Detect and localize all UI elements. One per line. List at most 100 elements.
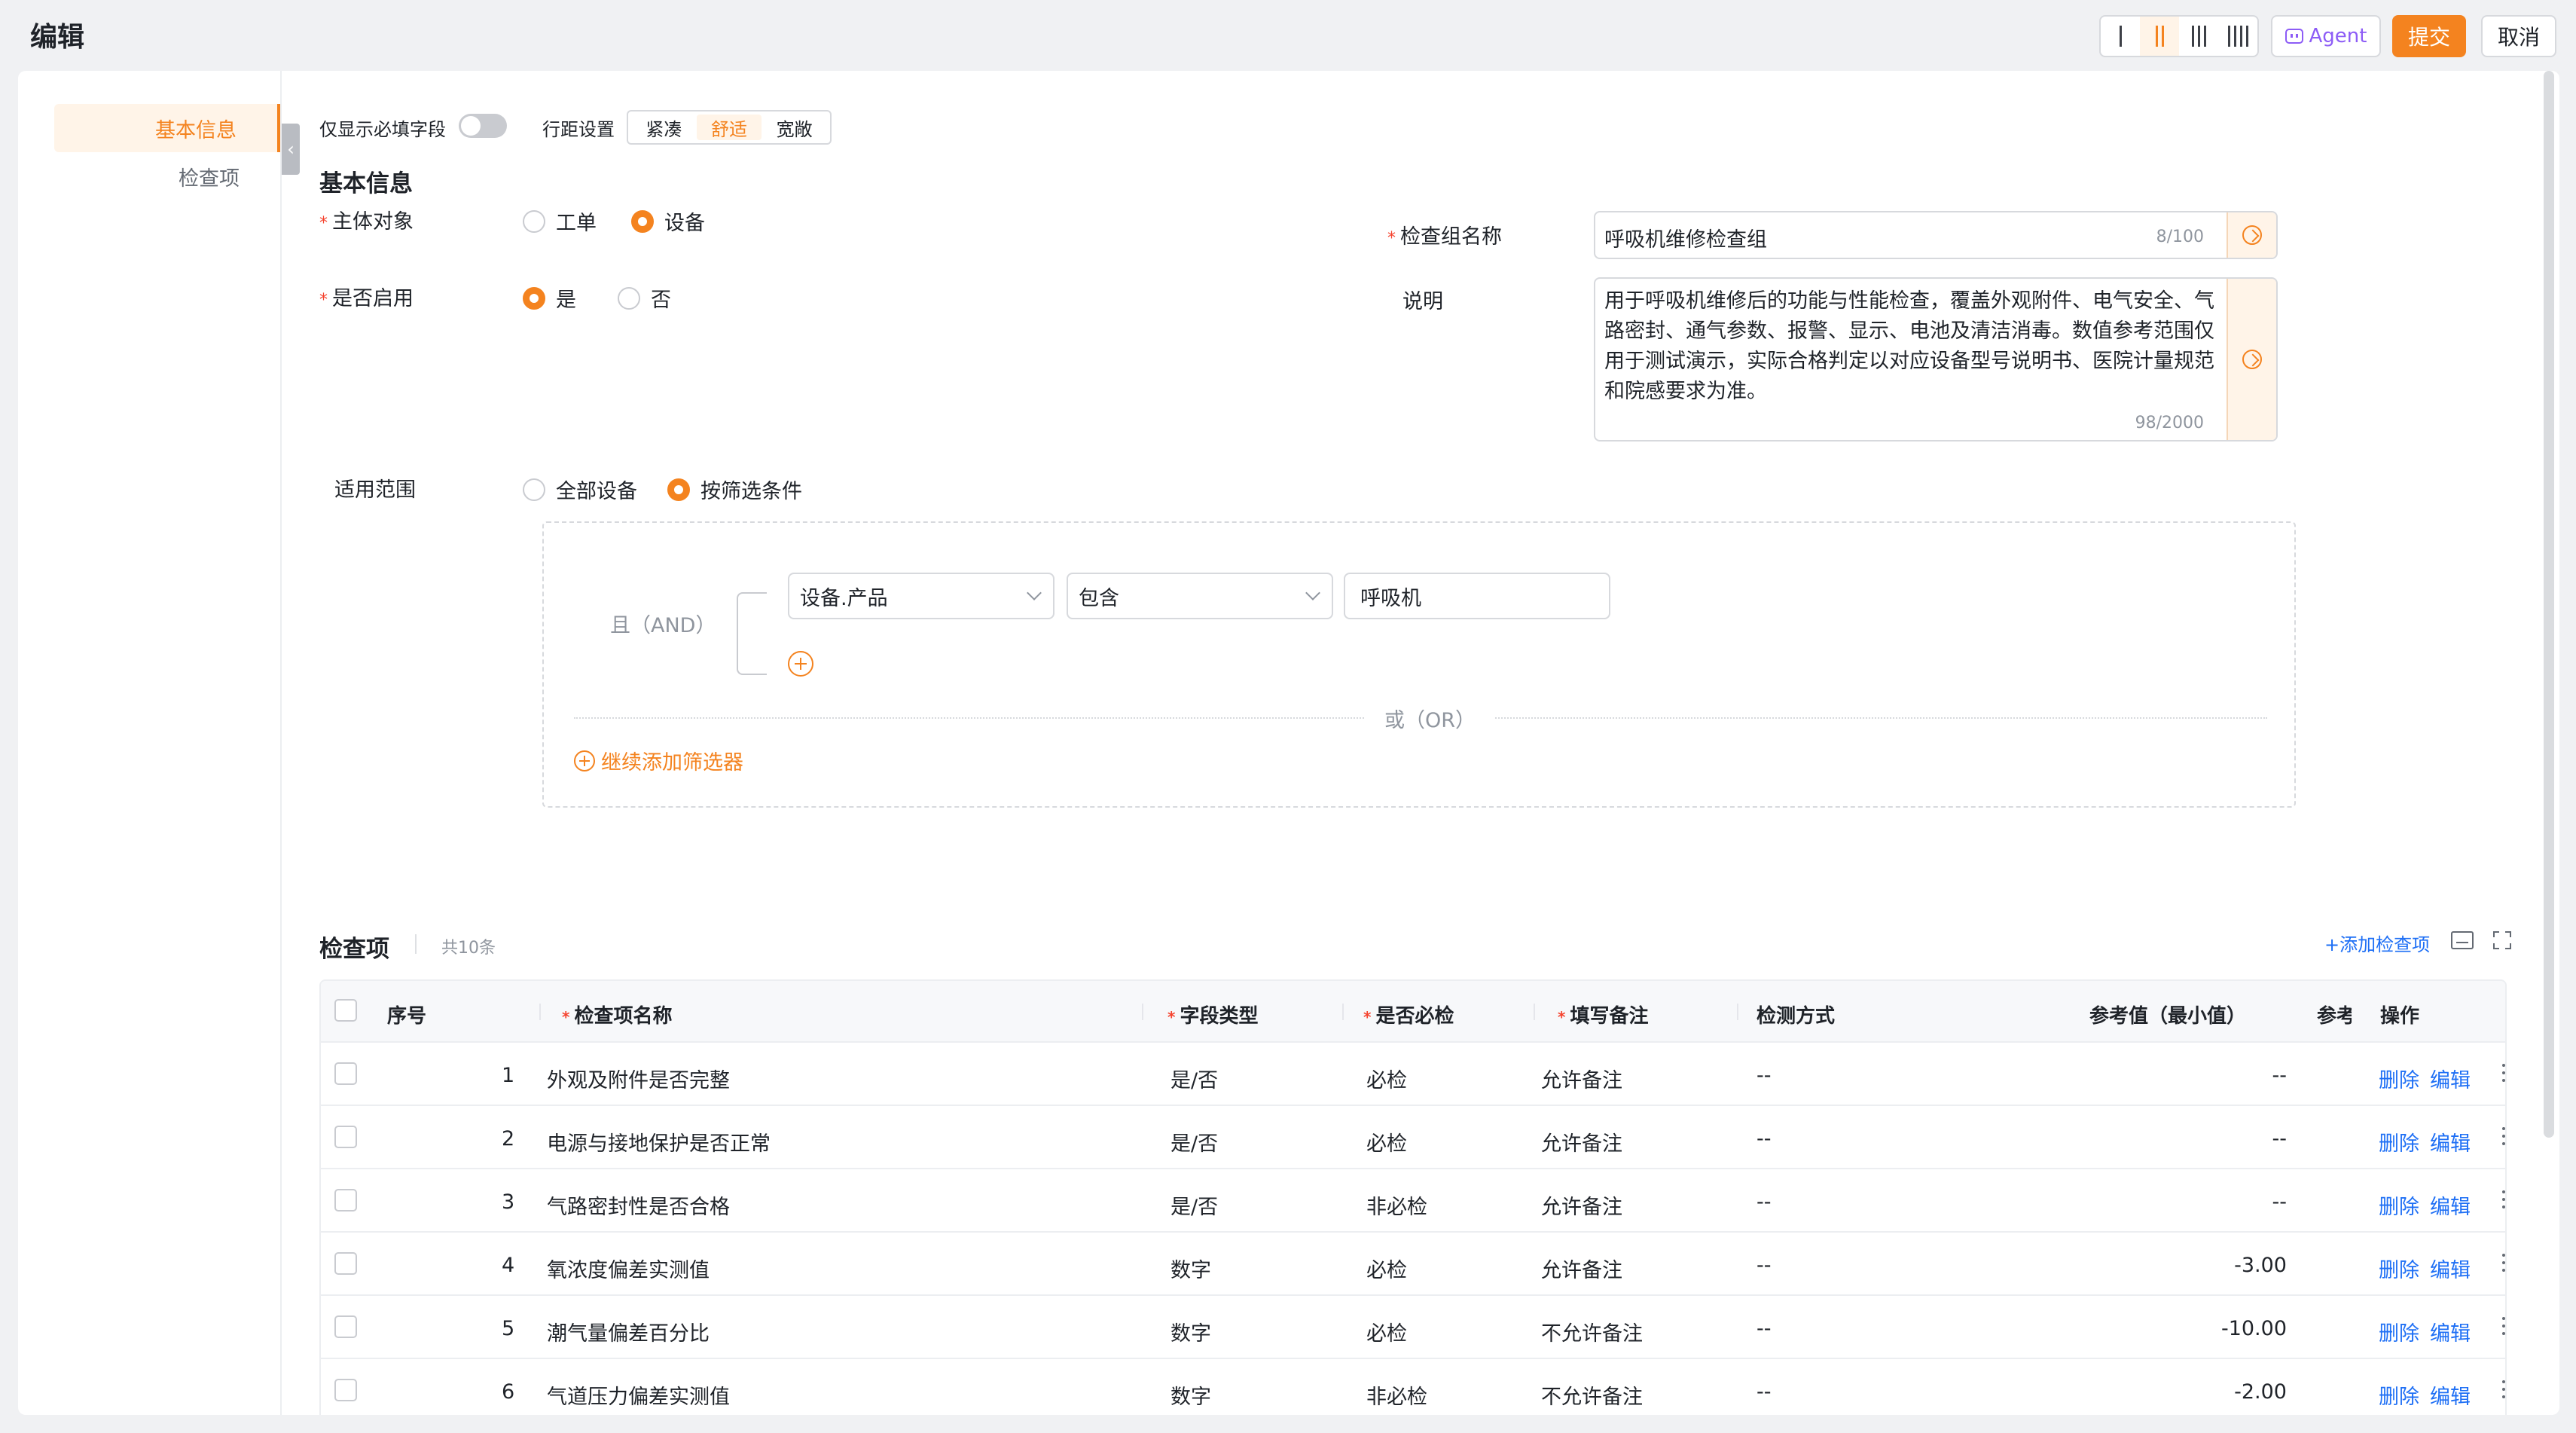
fullscreen-icon[interactable] xyxy=(2493,931,2511,949)
col-header-note: * 填写备注 xyxy=(1558,1005,1649,1028)
ai-fill-description-button[interactable] xyxy=(2227,279,2276,440)
delete-link[interactable]: 删除 xyxy=(2379,1380,2419,1410)
enabled-radio-yes[interactable]: 是 xyxy=(523,283,576,313)
filter-builder: 且（AND） 设备.产品 包含 呼吸机 或（OR） 继续添加筛选器 xyxy=(542,521,2296,808)
col-header-name: * 检查项名称 xyxy=(562,1005,673,1028)
edit-link[interactable]: 编辑 xyxy=(2430,1064,2471,1093)
delete-link[interactable]: 删除 xyxy=(2379,1127,2419,1156)
density-1-button[interactable] xyxy=(2101,17,2140,56)
edit-link[interactable]: 编辑 xyxy=(2430,1127,2471,1156)
filter-operator-select[interactable]: 包含 xyxy=(1067,573,1333,619)
subject-label: * 主体对象 xyxy=(319,210,414,234)
scope-radio-filter[interactable]: 按筛选条件 xyxy=(667,475,802,504)
add-filter-link[interactable]: 继续添加筛选器 xyxy=(574,746,743,775)
row-checkbox[interactable] xyxy=(334,1189,357,1211)
cancel-button[interactable]: 取消 xyxy=(2481,15,2556,57)
delete-link[interactable]: 删除 xyxy=(2379,1254,2419,1283)
group-name-value: 呼吸机维修检查组 xyxy=(1604,228,1767,252)
edit-link[interactable]: 编辑 xyxy=(2430,1190,2471,1220)
edit-link[interactable]: 编辑 xyxy=(2430,1254,2471,1283)
col-header-method: 检测方式 xyxy=(1757,1005,1836,1028)
check-items-table: 序号 * 检查项名称 * 字段类型 * 是否必检 * 填写备注 检测方式 参考值（最小值… xyxy=(319,979,2507,1415)
row-checkbox[interactable] xyxy=(334,1252,357,1275)
density-3-button[interactable] xyxy=(2179,17,2218,56)
spacing-comfortable-option[interactable]: 舒适 xyxy=(696,115,762,140)
chevron-down-icon xyxy=(1027,585,1042,600)
edit-link[interactable]: 编辑 xyxy=(2430,1317,2471,1346)
add-condition-plus-icon[interactable] xyxy=(788,651,813,677)
agent-button-label: Agent xyxy=(2309,25,2367,47)
enabled-label: * 是否启用 xyxy=(319,287,414,310)
submit-button[interactable]: 提交 xyxy=(2392,15,2466,57)
table-header: 序号 * 检查项名称 * 字段类型 * 是否必检 * 填写备注 检测方式 参考值（最小值… xyxy=(321,981,2505,1043)
delete-link[interactable]: 删除 xyxy=(2379,1064,2419,1093)
drag-handle-icon[interactable] xyxy=(2502,1190,2505,1210)
drag-handle-icon[interactable] xyxy=(2502,1127,2505,1147)
drag-handle-icon[interactable] xyxy=(2502,1254,2505,1273)
and-label: 且（AND） xyxy=(610,614,716,637)
page-title: 编辑 xyxy=(30,22,85,53)
table-row: 5 潮气量偏差百分比 数字 必检 不允许备注 -- -10.00 删除 编辑 xyxy=(321,1296,2505,1359)
nav-item-basic-info[interactable]: 基本信息 xyxy=(54,104,280,152)
check-items-title: 检查项 xyxy=(319,936,389,963)
edit-card: 基本信息 检查项 ‹ 仅显示必填字段 行距设置 紧凑 舒适 宽敞 基本信息 * 主… xyxy=(18,71,2559,1415)
robot-icon xyxy=(2285,29,2303,44)
collapse-nav-button[interactable]: ‹ xyxy=(282,124,300,175)
table-row: 6 气道压力偏差实测值 数字 非必检 不允许备注 -- -2.00 删除 编辑 xyxy=(321,1359,2505,1415)
row-spacing-segment: 紧凑 舒适 宽敞 xyxy=(627,110,832,145)
basic-info-title: 基本信息 xyxy=(319,170,413,197)
col-header-type: * 字段类型 xyxy=(1167,1005,1259,1028)
scope-radio-all[interactable]: 全部设备 xyxy=(523,475,637,504)
spacing-loose-option[interactable]: 宽敞 xyxy=(762,115,827,140)
description-count: 98/2000 xyxy=(2135,414,2204,432)
description-label: 说明 xyxy=(1402,290,1443,313)
and-bracket xyxy=(737,592,767,675)
agent-button[interactable]: Agent xyxy=(2271,15,2381,57)
density-4-button[interactable] xyxy=(2218,17,2257,56)
select-all-checkbox[interactable] xyxy=(334,999,357,1022)
group-name-input[interactable]: 呼吸机维修检查组 8/100 xyxy=(1594,211,2278,259)
row-checkbox[interactable] xyxy=(334,1126,357,1148)
row-checkbox[interactable] xyxy=(334,1315,357,1338)
delete-link[interactable]: 删除 xyxy=(2379,1190,2419,1220)
required-only-toggle[interactable] xyxy=(459,114,507,138)
chevron-left-icon: ‹ xyxy=(287,139,295,160)
enabled-radio-no[interactable]: 否 xyxy=(618,283,671,313)
table-row: 3 气路密封性是否合格 是/否 非必检 允许备注 -- -- 删除 编辑 xyxy=(321,1169,2505,1233)
ai-fill-button[interactable] xyxy=(2227,212,2276,258)
filter-field-select[interactable]: 设备.产品 xyxy=(788,573,1055,619)
row-checkbox[interactable] xyxy=(334,1379,357,1401)
drag-handle-icon[interactable] xyxy=(2502,1380,2505,1400)
section-nav: 基本信息 检查项 xyxy=(18,71,282,1415)
subject-radio-workorder[interactable]: 工单 xyxy=(523,206,597,236)
drag-handle-icon[interactable] xyxy=(2502,1064,2505,1083)
description-textarea[interactable]: 用于呼吸机维修后的功能与性能检查，覆盖外观附件、电气安全、气路密封、通气参数、报… xyxy=(1594,277,2278,442)
col-header-actions: 操作 xyxy=(2380,1005,2420,1028)
drag-handle-icon[interactable] xyxy=(2502,1317,2505,1337)
col-header-min: 参考值（最小值） xyxy=(2089,1005,2247,1028)
page-scrollbar[interactable] xyxy=(2544,71,2554,1138)
col-header-no: 序号 xyxy=(387,1005,427,1028)
spacing-compact-option[interactable]: 紧凑 xyxy=(631,115,697,140)
plus-circle-icon xyxy=(574,750,595,771)
row-checkbox[interactable] xyxy=(334,1062,357,1085)
col-header-ref: 参考值 xyxy=(2317,1005,2352,1028)
table-row: 4 氧浓度偏差实测值 数字 必检 允许备注 -- -3.00 删除 编辑 xyxy=(321,1233,2505,1296)
required-only-label: 仅显示必填字段 xyxy=(319,119,446,140)
add-check-item-link[interactable]: +添加检查项 xyxy=(2324,930,2430,956)
nav-item-check-items[interactable]: 检查项 xyxy=(54,152,280,200)
edit-link[interactable]: 编辑 xyxy=(2430,1380,2471,1410)
ai-sparkle-icon xyxy=(2242,350,2262,369)
subject-radio-device[interactable]: 设备 xyxy=(631,206,705,236)
check-items-count: 共10条 xyxy=(441,939,496,958)
table-row: 1 外观及附件是否完整 是/否 必检 允许备注 -- -- 删除 编辑 xyxy=(321,1043,2505,1106)
keyboard-icon[interactable] xyxy=(2451,931,2474,949)
top-bar: 编辑 Agent 提交 取消 xyxy=(0,0,2576,71)
filter-value-input[interactable]: 呼吸机 xyxy=(1344,573,1610,619)
description-value: 用于呼吸机维修后的功能与性能检查，覆盖外观附件、电气安全、气路密封、通气参数、报… xyxy=(1604,289,2214,403)
delete-link[interactable]: 删除 xyxy=(2379,1317,2419,1346)
density-2-button[interactable] xyxy=(2140,17,2179,56)
column-density-switcher xyxy=(2099,15,2259,57)
ai-sparkle-icon xyxy=(2242,225,2262,245)
group-name-count: 8/100 xyxy=(2156,228,2204,246)
